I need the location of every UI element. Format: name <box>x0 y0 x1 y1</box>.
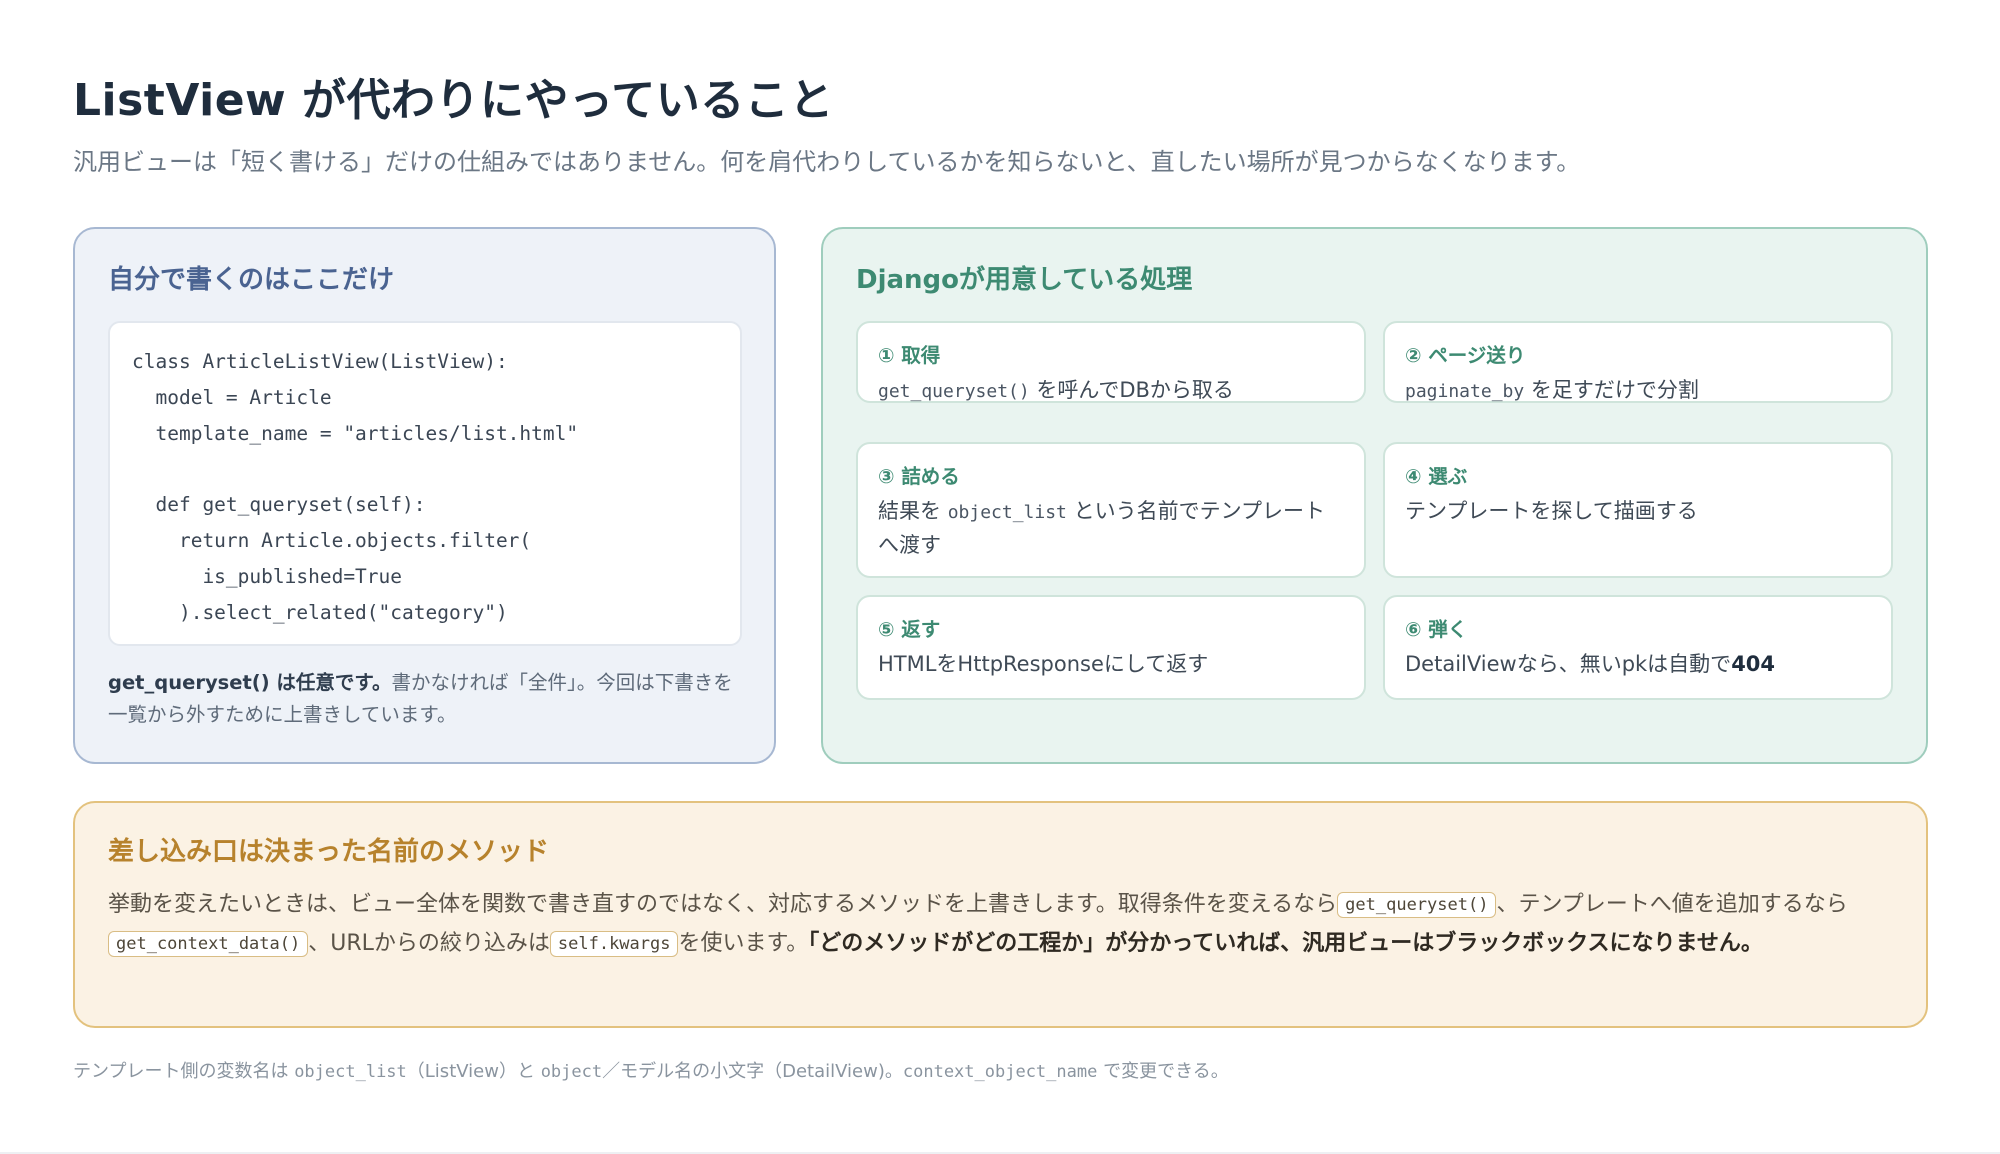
footnote-text: で変更できる。 <box>1097 1061 1229 1082</box>
step-card-fetch: ① 取得 get_queryset() を呼んでDBから取る <box>856 321 1366 403</box>
step-desc: HTMLをHttpResponseにして返す <box>878 652 1209 676</box>
step-card-reject: ⑥ 弾く DetailViewなら、無いpkは自動で404 <box>1383 595 1893 700</box>
page-title: ListView が代わりにやっていること <box>73 75 834 126</box>
code-line: is_published=True <box>132 564 403 588</box>
step-text: を呼んでDBから取る <box>1029 378 1234 402</box>
step-text-pre: 結果を <box>878 499 948 523</box>
code-line: return Article.objects.filter( <box>132 528 532 552</box>
step-title: ⑥ 弾く <box>1405 618 1468 641</box>
footnote-code: context_object_name <box>902 1062 1098 1082</box>
user-code-heading: 自分で書くのはここだけ <box>108 265 395 295</box>
hook-methods-text: 挙動を変えたいときは、ビュー全体を関数で書き直すのではなく、対応するメソッドを上… <box>108 885 1898 963</box>
hook-text-bold: 「どのメソッドがどの工程か」が分かっていれば、汎用ビューはブラックボックスになり… <box>808 931 1763 956</box>
step-code: object_list <box>947 502 1067 523</box>
footnote-text: テンプレート側の変数名は <box>73 1061 295 1082</box>
step-text: を足すだけで分割 <box>1524 378 1699 402</box>
step-code: get_queryset() <box>878 381 1030 402</box>
step-desc: get_queryset() を呼んでDBから取る <box>878 374 1344 408</box>
step-title: ⑤ 返す <box>878 618 941 641</box>
code-chip-self-kwargs: self.kwargs <box>549 931 679 957</box>
footnote: テンプレート側の変数名は object_list（ListView）と obje… <box>73 1057 1229 1083</box>
hook-text: 、URLからの絞り込みは <box>308 931 550 956</box>
step-card-paginate: ② ページ送り paginate_by を足すだけで分割 <box>1383 321 1893 403</box>
code-line: class ArticleListView(ListView): <box>132 350 508 373</box>
step-title: ② ページ送り <box>1405 344 1526 367</box>
hook-methods-panel: 差し込み口は決まった名前のメソッド 挙動を変えたいときは、ビュー全体を関数で書き… <box>73 801 1928 1028</box>
code-line: ).select_related("category") <box>132 600 508 624</box>
code-line: def get_queryset(self): <box>132 493 426 517</box>
footnote-code: object_list <box>294 1062 407 1082</box>
step-title: ③ 詰める <box>878 465 960 488</box>
step-desc: DetailViewなら、無いpkは自動で404 <box>1405 648 1871 681</box>
hook-methods-heading: 差し込み口は決まった名前のメソッド <box>108 837 549 867</box>
code-line: model = Article <box>132 385 332 409</box>
step-card-select: ④ 選ぶ テンプレートを探して描画する <box>1383 442 1893 578</box>
hook-text: 挙動を変えたいときは、ビュー全体を関数で書き直すのではなく、対応するメソッドを上… <box>108 892 1338 917</box>
code-chip-get-queryset: get_queryset() <box>1337 892 1497 918</box>
step-card-pack: ③ 詰める 結果を object_list という名前でテンプレートへ渡す <box>856 442 1366 578</box>
hook-text: 、テンプレートへ値を追加するなら <box>1496 892 1848 917</box>
step-title: ④ 選ぶ <box>1405 465 1468 488</box>
user-code-panel: 自分で書くのはここだけ class ArticleListView(ListVi… <box>73 227 776 764</box>
code-chip-get-context-data: get_context_data() <box>108 931 309 957</box>
step-code: paginate_by <box>1405 381 1525 402</box>
code-note: get_queryset() は任意です。書かなければ「全件」。今回は下書きを一… <box>108 667 748 731</box>
code-line: template_name = "articles/list.html" <box>132 421 579 445</box>
django-process-panel: Djangoが用意している処理 ① 取得 get_queryset() を呼んで… <box>821 227 1928 764</box>
django-process-heading: Djangoが用意している処理 <box>856 265 1193 295</box>
step-bold: 404 <box>1731 652 1776 676</box>
footnote-code: object <box>540 1062 603 1082</box>
hook-text: を使います。 <box>678 931 809 956</box>
footnote-text: ／モデル名の小文字（DetailView)。 <box>602 1061 903 1082</box>
step-text: DetailViewなら、無いpkは自動で <box>1405 652 1732 676</box>
code-note-bold: get_queryset() は任意です。 <box>108 671 392 694</box>
step-card-return: ⑤ 返す HTMLをHttpResponseにして返す <box>856 595 1366 700</box>
code-block: class ArticleListView(ListView): model =… <box>108 321 742 646</box>
footnote-text: （ListView）と <box>406 1061 541 1082</box>
step-desc: テンプレートを探して描画する <box>1405 499 1698 523</box>
step-desc: 結果を object_list という名前でテンプレートへ渡す <box>878 495 1344 562</box>
step-desc: paginate_by を足すだけで分割 <box>1405 374 1871 408</box>
page-subtitle: 汎用ビューは「短く書ける」だけの仕組みではありません。何を肩代わりしているかを知… <box>73 148 1581 176</box>
step-title: ① 取得 <box>878 344 941 367</box>
